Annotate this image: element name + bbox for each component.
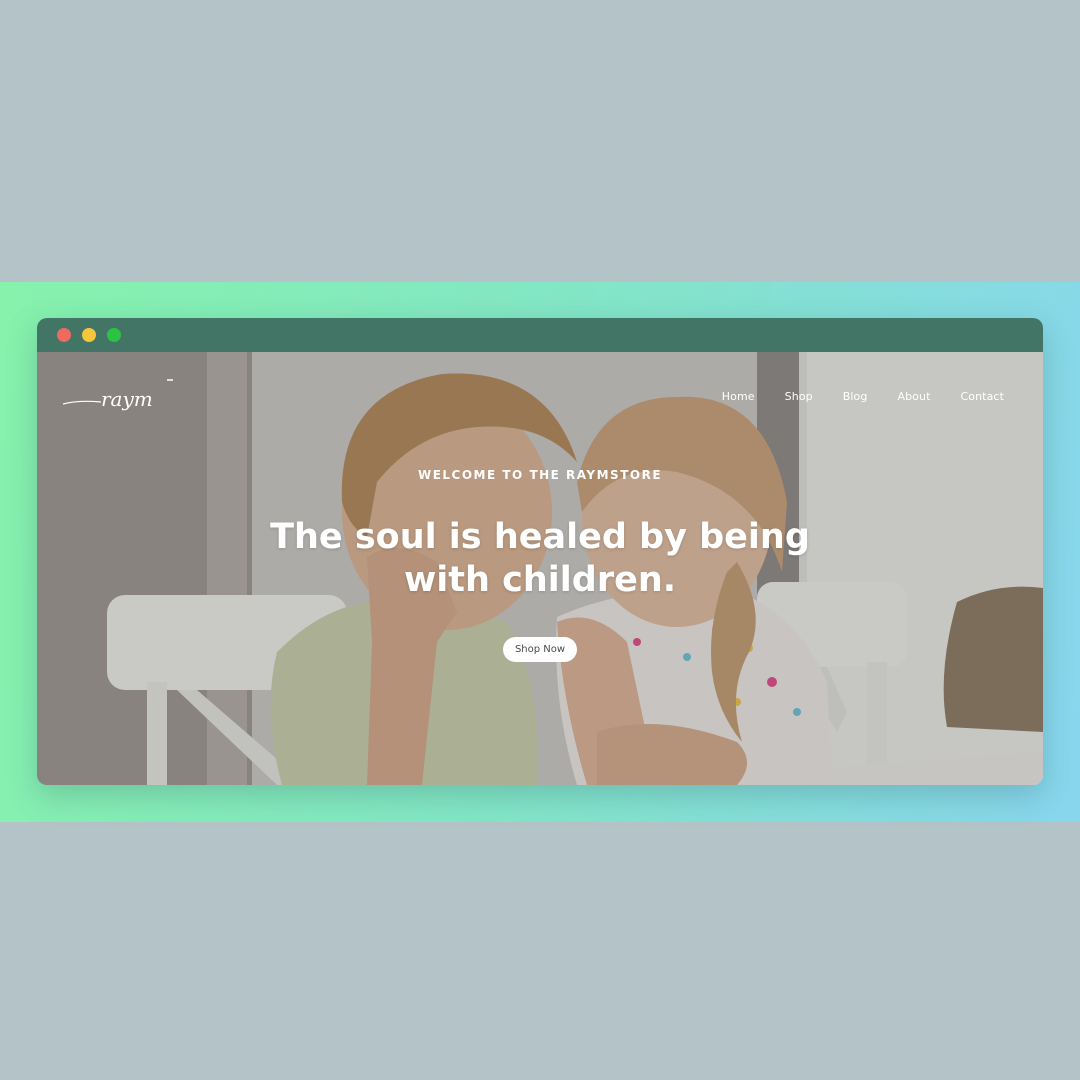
nav-contact[interactable]: Contact [961,390,1005,403]
raym-logo[interactable]: raym [61,374,181,424]
minimize-window-dot[interactable] [82,328,96,342]
svg-text:raym: raym [101,387,153,411]
headline-line-1: The soul is healed by being [270,517,810,557]
hero-headline: The soul is healed by being with childre… [240,516,840,602]
window-titlebar [37,318,1043,352]
headline-line-2: with children. [403,560,677,600]
hero-section: raym Home Shop Blog About Contact WELCOM… [37,352,1043,785]
nav-blog[interactable]: Blog [843,390,868,403]
nav-about[interactable]: About [897,390,930,403]
nav-home[interactable]: Home [722,390,755,403]
nav-shop[interactable]: Shop [785,390,813,403]
hero-eyebrow: WELCOME TO THE RAYMSTORE [417,468,663,482]
browser-window: raym Home Shop Blog About Contact WELCOM… [37,318,1043,785]
shop-now-button[interactable]: Shop Now [503,637,577,662]
maximize-window-dot[interactable] [107,328,121,342]
close-window-dot[interactable] [57,328,71,342]
main-nav: Home Shop Blog About Contact [692,390,1004,403]
